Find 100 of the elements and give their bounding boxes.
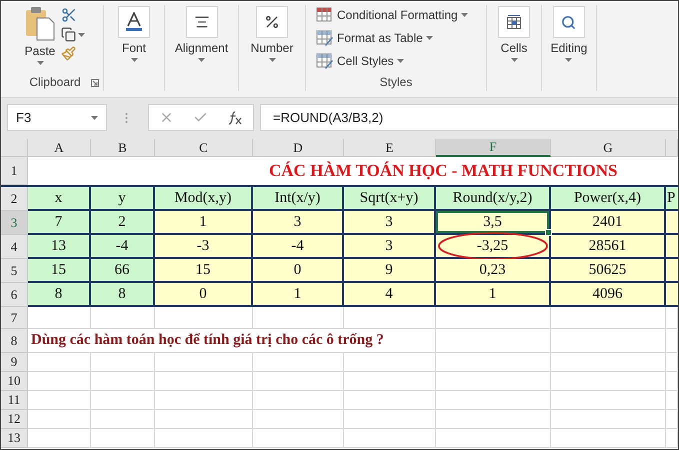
caret-icon [78,32,86,36]
styles-menu-button[interactable]: Cell Styles [316,49,468,72]
row-header[interactable]: 12 [1,410,28,429]
table-cell: 9 [344,259,436,283]
table-cell: 3 [253,211,344,235]
empty-cell [666,353,678,372]
row-header[interactable]: 4 [1,235,28,259]
column-title-cell: Mod(x,y) [155,187,253,211]
column-header[interactable]: C [155,139,253,157]
table-cell: 0,23 [436,259,551,283]
column-title-cell: Sqrt(x+y) [344,187,436,211]
table-cell [666,283,678,307]
column-title-cell: x [28,187,91,211]
table-cell: 0 [155,283,253,307]
table-cell: 2 [91,211,155,235]
ribbon-button[interactable]: Number [250,6,294,62]
table-cell [666,211,678,235]
styles-menu-button[interactable]: Format as Table [316,26,468,49]
caret-icon [130,58,138,62]
column-header[interactable]: B [91,139,155,157]
dialog-launcher-icon[interactable] [91,79,99,87]
empty-cell [666,410,678,429]
column-header[interactable]: F [436,139,551,157]
table-cell: 1 [436,283,551,307]
empty-cell [666,329,678,353]
table-cell [666,235,678,259]
table-cell: 66 [91,259,155,283]
column-title-cell: P [666,187,678,211]
row-header[interactable]: 5 [1,259,28,283]
percent-icon [264,14,280,30]
align-center-icon [194,14,210,30]
table-cell: 7 [28,211,91,235]
empty-cell [666,391,678,410]
table-cell: 3 [344,235,436,259]
search-icon [561,14,576,30]
group-label: Styles [380,75,412,89]
row-header[interactable]: 6 [1,283,28,307]
table-cell: 50625 [551,259,666,283]
copy-button[interactable] [61,27,86,42]
empty-cell [91,372,155,391]
formula-field[interactable]: =ROUND(A3/B3,2) [260,104,678,131]
caret-icon [36,61,44,65]
paste-button[interactable]: Paste [24,5,56,65]
caret-icon [268,58,276,62]
font-color-icon [125,12,143,32]
table-cell: 28561 [551,235,666,259]
group-label: Clipboard [29,75,81,89]
table-cell: 15 [28,259,91,283]
table-format-icon [316,30,334,46]
row-header[interactable]: 3 [1,211,28,235]
row-header[interactable]: 7 [1,307,28,329]
drag-handle-icon [125,112,128,124]
function-icon[interactable] [227,110,244,124]
ribbon-button[interactable]: Alignment [174,6,228,62]
table-cell [666,259,678,283]
caret-icon [426,36,433,40]
table-cell: 0 [253,259,344,283]
scissors-icon [61,7,78,23]
table-format-icon [316,52,334,68]
table-cell: 1 [155,211,253,235]
empty-cell [91,429,155,448]
caret-icon [198,58,205,62]
column-header[interactable]: D [253,139,344,157]
empty-cell [91,410,155,429]
row-header[interactable]: 1 [1,157,28,185]
caret-icon [396,58,404,62]
empty-cell [666,372,678,391]
empty-cell [666,429,678,448]
row-header[interactable]: 13 [1,429,28,448]
table-cell: 4 [344,283,436,307]
cells-grid-icon [506,14,522,30]
fill-handle[interactable] [545,229,552,236]
copy-icon [61,27,76,42]
styles-menu-button[interactable]: Conditional Formatting [316,3,468,26]
column-title-cell: Int(x/y) [253,187,344,211]
caret-icon [565,58,572,62]
table-format-icon [316,6,334,22]
table-cell: 2401 [551,211,666,235]
table-cell: -4 [91,235,155,259]
row-header[interactable]: 9 [1,353,28,372]
table-cell: 1 [253,283,344,307]
row-header[interactable]: 8 [1,329,28,353]
caret-icon [460,12,468,16]
clipboard-icon [25,5,55,41]
table-cell: 13 [28,235,91,259]
empty-cell [91,391,155,410]
row-header[interactable]: 11 [1,391,28,410]
column-header[interactable]: G [551,139,666,157]
row-header[interactable]: 2 [1,187,28,211]
name-box[interactable]: F3 [7,104,107,131]
table-cell: 15 [155,259,253,283]
table-cell: -3 [155,235,253,259]
empty-cell [91,353,155,372]
column-title-cell: Round(x/y,2) [436,187,551,211]
column-title-cell: Power(x,4) [551,187,666,211]
table-cell: 8 [91,283,155,307]
instruction-text: Dùng các hàm toán học để tính giá trị cho các ô trống ? [28,329,436,353]
column-header[interactable]: E [344,139,436,157]
column-header[interactable]: A [28,139,91,157]
row-header[interactable]: 10 [1,372,28,391]
